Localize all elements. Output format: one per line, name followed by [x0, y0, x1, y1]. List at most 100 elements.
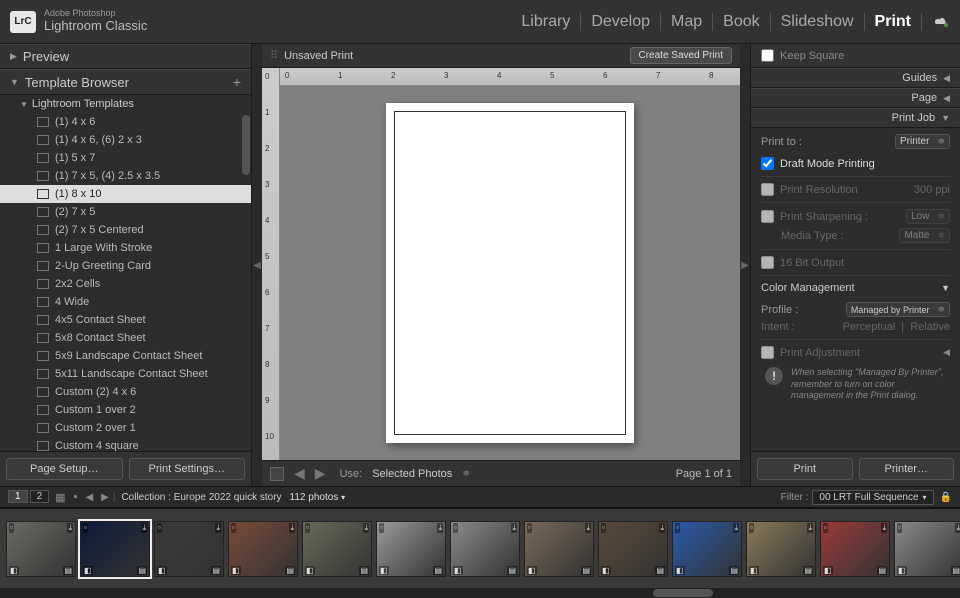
thumbnail[interactable]: ▫⤓◧▤: [6, 521, 76, 577]
chevron-down-icon[interactable]: ▼: [941, 283, 950, 293]
thumbnail[interactable]: ▫⤓◧▤: [672, 521, 742, 577]
page-setup-button[interactable]: Page Setup…: [6, 458, 123, 480]
module-map[interactable]: Map: [661, 13, 713, 31]
info-text: When selecting "Managed By Printer", rem…: [791, 367, 946, 402]
filmstrip-next[interactable]: ▶: [101, 492, 109, 503]
profile-select[interactable]: Managed by Printer: [846, 302, 950, 317]
filmstrip[interactable]: ▫⤓◧▤▫⤓◧▤••••▫⤓◧▤▫⤓◧▤▫⤓◧▤▫⤓◧▤▫⤓◧▤▫⤓◧▤▫⤓◧▤…: [0, 508, 960, 588]
photo-count[interactable]: 112 photos ▾: [290, 492, 346, 503]
thumbnail[interactable]: ▫⤓◧▤: [820, 521, 890, 577]
stop-nav-button[interactable]: [270, 467, 284, 481]
print-job-section-header[interactable]: Print Job▼: [751, 108, 960, 128]
keep-square-checkbox[interactable]: [761, 49, 774, 62]
thumbnail[interactable]: ▫⤓◧▤: [746, 521, 816, 577]
template-item[interactable]: 2x2 Cells: [0, 275, 251, 293]
filter-select[interactable]: 00 LRT Full Sequence▾: [812, 490, 933, 505]
collection-path[interactable]: Collection : Europe 2022 quick story: [121, 492, 281, 503]
filter-lock-icon[interactable]: 🔒: [940, 492, 952, 503]
print-cell[interactable]: [394, 111, 626, 435]
badge-icon: ⤓: [733, 523, 739, 533]
template-item[interactable]: 4x5 Contact Sheet: [0, 311, 251, 329]
next-page-button[interactable]: ▶: [315, 465, 326, 482]
left-collapse-handle[interactable]: ◀: [252, 44, 262, 486]
secondary-display-tab[interactable]: 1: [8, 490, 28, 503]
keep-square-row[interactable]: Keep Square: [751, 44, 960, 68]
thumbnail[interactable]: ▫⤓◧▤: [598, 521, 668, 577]
template-item[interactable]: (1) 7 x 5, (4) 2.5 x 3.5: [0, 167, 251, 185]
printer-button[interactable]: Printer…: [859, 458, 955, 480]
template-item[interactable]: 1 Large With Stroke: [0, 239, 251, 257]
thumbnail[interactable]: ▫⤓◧▤: [894, 521, 960, 577]
template-item[interactable]: (1) 5 x 7: [0, 149, 251, 167]
template-item[interactable]: 5x11 Landscape Contact Sheet: [0, 365, 251, 383]
template-icon: [37, 261, 49, 271]
template-item[interactable]: Custom 2 over 1: [0, 419, 251, 437]
filmstrip-scrollbar[interactable]: [0, 588, 960, 598]
chevron-down-icon: ▼: [941, 113, 950, 123]
module-print[interactable]: Print: [865, 13, 922, 31]
template-item[interactable]: 5x8 Contact Sheet: [0, 329, 251, 347]
print-resolution-checkbox: [761, 183, 774, 196]
thumbnail[interactable]: ▫⤓◧▤: [450, 521, 520, 577]
thumbnail[interactable]: ▫⤓◧▤: [376, 521, 446, 577]
module-develop[interactable]: Develop: [581, 13, 661, 31]
print-button[interactable]: Print: [757, 458, 853, 480]
filmstrip-scroll-thumb[interactable]: [653, 589, 713, 597]
grid-view-icon[interactable]: ▦: [55, 491, 65, 504]
add-template-icon[interactable]: +: [233, 74, 241, 90]
template-item[interactable]: Custom (2) 4 x 6: [0, 383, 251, 401]
badge-icon: ▫: [527, 523, 532, 533]
draft-mode-checkbox[interactable]: [761, 157, 774, 170]
use-value[interactable]: Selected Photos: [372, 468, 452, 480]
template-item[interactable]: 5x9 Landscape Contact Sheet: [0, 347, 251, 365]
module-book[interactable]: Book: [713, 13, 770, 31]
preview-title: Preview: [23, 49, 69, 64]
secondary-display-tab[interactable]: 2: [30, 490, 50, 503]
template-icon: [37, 423, 49, 433]
badge-icon: ▤: [63, 566, 73, 575]
module-library[interactable]: Library: [511, 13, 581, 31]
preview-panel-header[interactable]: ▶ Preview: [0, 44, 251, 69]
template-browser-header[interactable]: ▼ Template Browser +: [0, 69, 251, 95]
thumbnail[interactable]: ▫⤓◧▤: [228, 521, 298, 577]
filmstrip-prev[interactable]: ◀: [85, 492, 93, 503]
badge-icon: ▫: [231, 523, 236, 533]
chevron-left-icon[interactable]: ◀: [943, 347, 950, 358]
paper-area[interactable]: [280, 86, 740, 460]
thumbnail[interactable]: ▫⤓◧▤••••: [80, 521, 150, 577]
template-group[interactable]: ▼ Lightroom Templates: [0, 95, 251, 113]
thumbnail[interactable]: ▫⤓◧▤: [154, 521, 224, 577]
print-settings-button[interactable]: Print Settings…: [129, 458, 246, 480]
create-saved-print-button[interactable]: Create Saved Print: [630, 47, 733, 64]
thumbnail[interactable]: ▫⤓◧▤: [302, 521, 372, 577]
prev-page-button[interactable]: ◀: [294, 465, 305, 482]
template-item[interactable]: (2) 7 x 5: [0, 203, 251, 221]
template-item[interactable]: (1) 4 x 6: [0, 113, 251, 131]
badge-icon: ⤓: [659, 523, 665, 533]
loupe-view-icon[interactable]: ▪: [74, 491, 78, 503]
template-item[interactable]: 2-Up Greeting Card: [0, 257, 251, 275]
badge-icon: ⤓: [67, 523, 73, 533]
module-slideshow[interactable]: Slideshow: [771, 13, 865, 31]
badge-icon: ◧: [675, 566, 685, 575]
template-item[interactable]: (1) 8 x 10: [0, 185, 251, 203]
page-section-header[interactable]: Page◀: [751, 88, 960, 108]
badge-icon: ▫: [749, 523, 754, 533]
thumbnail[interactable]: ▫⤓◧▤: [524, 521, 594, 577]
template-item[interactable]: Custom 1 over 2: [0, 401, 251, 419]
document-title: Unsaved Print: [284, 50, 353, 62]
cloud-sync-icon[interactable]: [932, 15, 950, 29]
template-item[interactable]: (1) 4 x 6, (6) 2 x 3: [0, 131, 251, 149]
template-item[interactable]: Custom 4 square: [0, 437, 251, 451]
canvas: 012345678910 012345678: [262, 68, 740, 460]
info-icon: !: [765, 367, 783, 385]
badge-icon: ◧: [453, 566, 463, 575]
dropdown-icon[interactable]: ≑: [462, 468, 470, 479]
guides-section-header[interactable]: Guides◀: [751, 68, 960, 88]
template-item[interactable]: (2) 7 x 5 Centered: [0, 221, 251, 239]
right-collapse-handle[interactable]: ▶: [740, 44, 750, 486]
template-icon: [37, 405, 49, 415]
badge-icon: ◧: [749, 566, 759, 575]
print-to-select[interactable]: Printer: [895, 134, 950, 149]
template-item[interactable]: 4 Wide: [0, 293, 251, 311]
